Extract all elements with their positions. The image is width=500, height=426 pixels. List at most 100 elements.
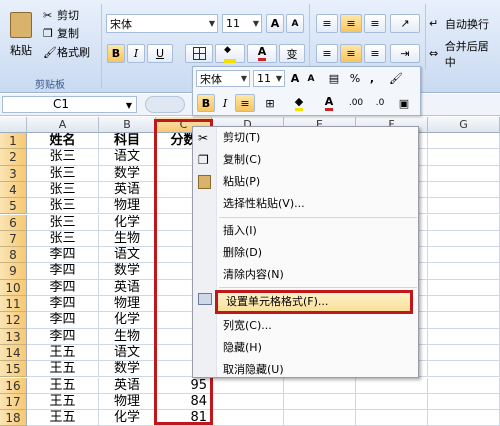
row-header[interactable]: 17: [0, 393, 27, 411]
table-cell[interactable]: 数学: [99, 361, 156, 378]
table-cell[interactable]: 李四: [27, 247, 99, 264]
mini-currency-button[interactable]: ▤: [323, 70, 345, 87]
mini-increase-decimal-button[interactable]: .00: [345, 94, 367, 112]
row-header[interactable]: 10: [0, 279, 27, 296]
mini-format-painter-button[interactable]: 🖌: [381, 70, 411, 87]
table-cell[interactable]: 英语: [99, 181, 156, 199]
mini-percent-button[interactable]: %: [347, 70, 363, 87]
table-cell[interactable]: 语文: [99, 149, 156, 166]
menu-item-format-cells[interactable]: 设置单元格格式(F)...: [215, 290, 413, 314]
row-header[interactable]: 4: [0, 181, 27, 199]
menu-item-paste-special[interactable]: 选择性粘贴(V)...: [193, 194, 420, 214]
row-header[interactable]: 6: [0, 214, 27, 231]
table-cell[interactable]: [428, 214, 500, 231]
table-cell[interactable]: 化学: [99, 214, 156, 231]
table-cell[interactable]: [212, 410, 284, 426]
indent-button[interactable]: ⇥: [390, 44, 420, 63]
shrink-font-button[interactable]: A: [286, 14, 304, 33]
align-left-button[interactable]: ≡: [316, 44, 338, 63]
font-name-combo[interactable]: 宋体 ▼: [106, 14, 218, 33]
table-cell[interactable]: 王五: [27, 393, 99, 411]
table-cell[interactable]: 王五: [27, 344, 99, 362]
mini-shrink-button[interactable]: A: [303, 70, 319, 87]
table-cell[interactable]: [284, 410, 356, 426]
align-top-button[interactable]: ≡: [316, 14, 338, 33]
table-cell[interactable]: 王五: [27, 410, 99, 426]
table-cell[interactable]: 张三: [27, 165, 99, 182]
mini-fill-button[interactable]: ◆: [285, 94, 313, 112]
paste-button[interactable]: 粘贴: [4, 4, 38, 66]
orientation-button[interactable]: ↗: [390, 14, 420, 33]
table-cell[interactable]: [428, 393, 500, 411]
table-cell[interactable]: 张三: [27, 198, 99, 215]
table-cell[interactable]: [356, 393, 428, 411]
fill-color-button[interactable]: ◆: [215, 44, 245, 63]
font-size-combo[interactable]: 11 ▼: [222, 14, 262, 33]
menu-item-clear-contents[interactable]: 清除内容(N): [193, 265, 420, 285]
menu-item-hide[interactable]: 隐藏(H): [193, 338, 420, 358]
table-cell[interactable]: 语文: [99, 344, 156, 362]
table-cell[interactable]: [428, 165, 500, 182]
row-header[interactable]: 2: [0, 149, 27, 166]
row-header[interactable]: 8: [0, 247, 27, 264]
table-cell[interactable]: [428, 328, 500, 345]
table-cell[interactable]: [356, 410, 428, 426]
menu-item-copy[interactable]: 复制(C): [193, 150, 420, 170]
table-cell[interactable]: [428, 181, 500, 199]
table-cell[interactable]: [428, 263, 500, 280]
table-cell[interactable]: 王五: [27, 361, 99, 378]
mini-merge-button[interactable]: ▣: [393, 94, 415, 112]
row-header[interactable]: 13: [0, 328, 27, 345]
table-cell[interactable]: 语文: [99, 247, 156, 264]
table-cell[interactable]: 化学: [99, 312, 156, 329]
header-cell[interactable]: 科目: [99, 133, 156, 150]
row-header[interactable]: 18: [0, 410, 27, 426]
align-center-button[interactable]: ≡: [340, 44, 362, 63]
table-cell[interactable]: [428, 377, 500, 394]
bold-button[interactable]: B: [107, 44, 125, 63]
align-middle-button[interactable]: ≡: [340, 14, 362, 33]
table-cell[interactable]: [428, 279, 500, 296]
table-cell[interactable]: 李四: [27, 263, 99, 280]
mini-decrease-decimal-button[interactable]: .0: [369, 94, 391, 112]
mini-grow-button[interactable]: A: [287, 70, 303, 87]
table-cell[interactable]: [428, 247, 500, 264]
table-cell[interactable]: 张三: [27, 230, 99, 248]
align-bottom-button[interactable]: ≡: [364, 14, 386, 33]
column-header-a[interactable]: A: [27, 117, 99, 133]
header-cell[interactable]: [428, 133, 500, 150]
table-cell[interactable]: 王五: [27, 377, 99, 394]
italic-button[interactable]: I: [127, 44, 145, 63]
table-cell[interactable]: 李四: [27, 279, 99, 296]
table-cell[interactable]: [428, 312, 500, 329]
table-cell[interactable]: 张三: [27, 181, 99, 199]
underline-button[interactable]: U: [147, 44, 173, 63]
table-cell[interactable]: [428, 344, 500, 362]
formula-toggle[interactable]: [145, 96, 185, 113]
mini-font-color-button[interactable]: A: [315, 94, 343, 112]
row-header[interactable]: 15: [0, 361, 27, 378]
menu-item-delete[interactable]: 删除(D): [193, 243, 420, 263]
menu-item-insert[interactable]: 插入(I): [193, 221, 420, 241]
mini-comma-button[interactable]: ,: [365, 70, 379, 87]
table-cell[interactable]: [428, 149, 500, 166]
table-cell[interactable]: 李四: [27, 328, 99, 345]
cut-button[interactable]: ✂ 剪切: [42, 6, 92, 24]
table-cell[interactable]: 李四: [27, 312, 99, 329]
row-header[interactable]: 14: [0, 344, 27, 362]
menu-item-cut[interactable]: 剪切(T): [193, 128, 420, 148]
table-cell[interactable]: 李四: [27, 296, 99, 313]
column-header-g[interactable]: G: [428, 117, 500, 133]
table-cell[interactable]: [428, 410, 500, 426]
table-cell[interactable]: 张三: [27, 214, 99, 231]
row-header[interactable]: 11: [0, 296, 27, 313]
table-cell[interactable]: [284, 393, 356, 411]
menu-item-unhide[interactable]: 取消隐藏(U): [193, 360, 420, 380]
table-cell[interactable]: [428, 198, 500, 215]
header-cell[interactable]: 姓名: [27, 133, 99, 150]
mini-bold-button[interactable]: B: [197, 94, 215, 112]
merge-center-button[interactable]: ⇔ 合并后居中: [428, 40, 500, 69]
name-box[interactable]: C1 ▼: [2, 96, 137, 113]
row-header[interactable]: 12: [0, 312, 27, 329]
row-header[interactable]: 1: [0, 133, 27, 150]
